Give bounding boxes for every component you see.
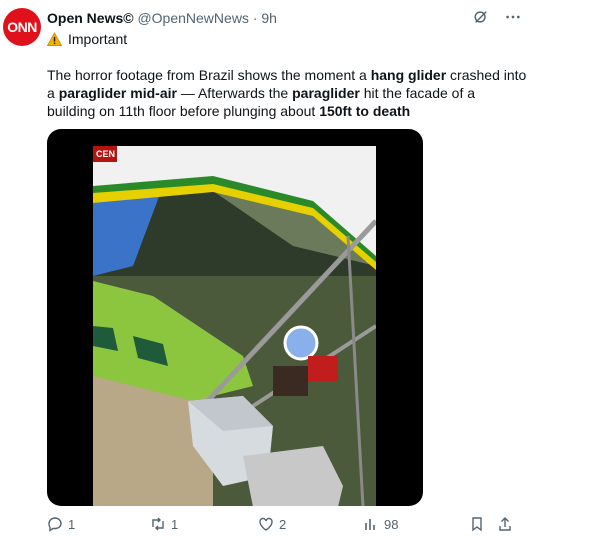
bookmark-button[interactable] bbox=[469, 516, 485, 532]
post-text-bold-3: paraglider bbox=[292, 85, 360, 101]
video-scene-illustration bbox=[93, 146, 376, 506]
views-chart-icon bbox=[365, 519, 375, 530]
post-text-bold-1: hang glider bbox=[370, 67, 447, 83]
grok-icon[interactable] bbox=[472, 8, 490, 26]
heart-icon bbox=[259, 517, 273, 531]
view-count: 98 bbox=[384, 516, 399, 532]
post-top-actions bbox=[472, 8, 522, 26]
post-text-part-3: — Afterwards the bbox=[176, 85, 293, 101]
views-button[interactable]: 98 bbox=[363, 516, 398, 532]
avatar-text: ONN bbox=[7, 19, 37, 35]
more-options-icon[interactable] bbox=[504, 8, 522, 26]
post-text: The horror footage from Brazil shows the… bbox=[47, 66, 527, 120]
reply-icon bbox=[48, 517, 62, 532]
repost-button[interactable]: 1 bbox=[150, 516, 178, 532]
tagline-label: Important bbox=[68, 31, 128, 47]
reply-button[interactable]: 1 bbox=[47, 516, 75, 532]
separator-dot: · bbox=[252, 10, 258, 26]
warning-icon bbox=[47, 31, 62, 46]
repost-count: 1 bbox=[171, 516, 179, 532]
author-name[interactable]: Open News© bbox=[47, 10, 134, 26]
share-icon bbox=[499, 517, 511, 531]
post-text-bold-4: 150ft to death bbox=[319, 103, 411, 119]
video-frame[interactable]: CEN bbox=[93, 146, 376, 506]
post-header: Open News© @OpenNewNews · 9h bbox=[47, 9, 277, 27]
post-text-part-1: The horror footage from Brazil shows the… bbox=[47, 67, 371, 83]
post-time[interactable]: 9h bbox=[261, 10, 277, 26]
repost-icon bbox=[152, 517, 164, 531]
video-watermark: CEN bbox=[96, 149, 116, 159]
post-text-bold-2: paraglider mid-air bbox=[58, 85, 177, 101]
bookmark-icon bbox=[472, 517, 482, 532]
share-button[interactable] bbox=[497, 516, 513, 532]
post-media[interactable]: CEN bbox=[47, 129, 423, 506]
like-count: 2 bbox=[279, 516, 287, 532]
avatar[interactable]: ONN bbox=[3, 8, 41, 46]
tagline: Important bbox=[47, 30, 127, 48]
post-action-bar: 1 1 2 98 bbox=[47, 516, 517, 536]
reply-count: 1 bbox=[68, 516, 76, 532]
author-handle[interactable]: @OpenNewNews bbox=[137, 10, 248, 26]
like-button[interactable]: 2 bbox=[258, 516, 286, 532]
